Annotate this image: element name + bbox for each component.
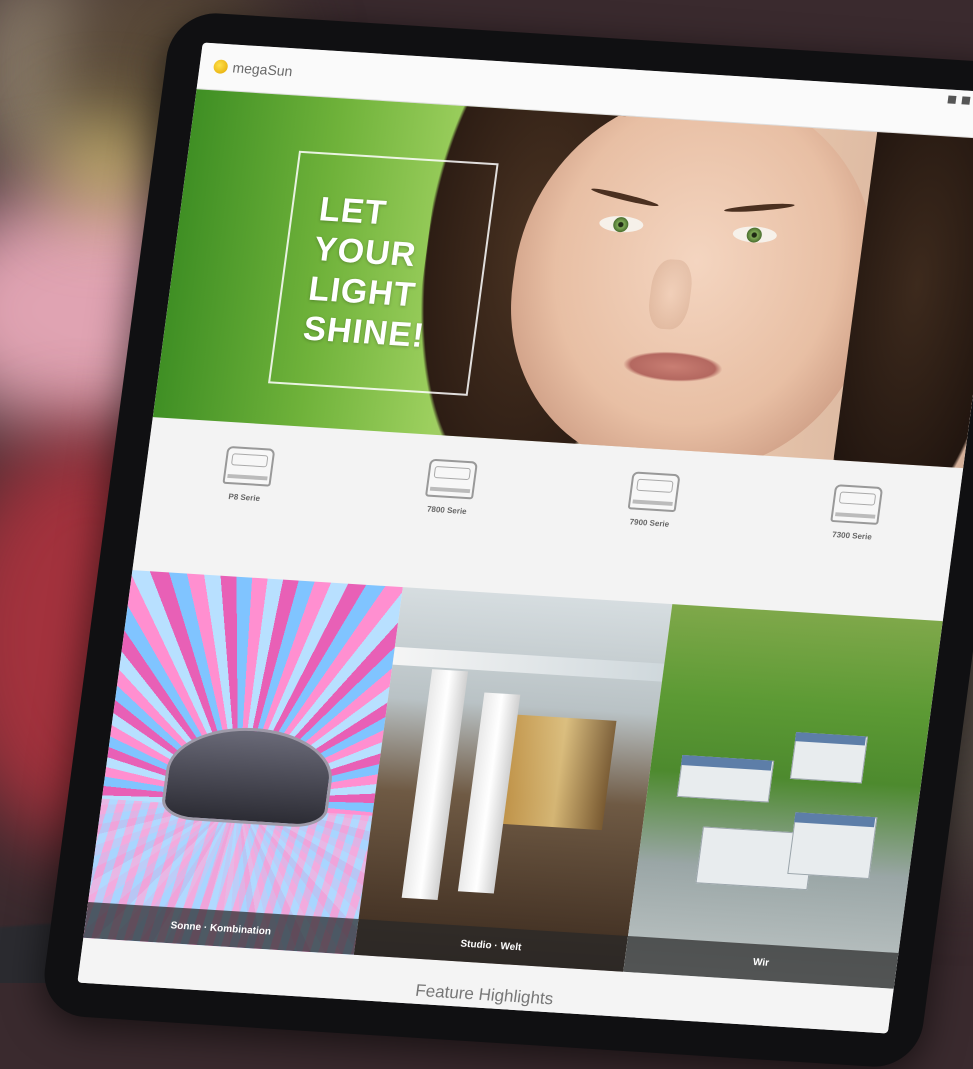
series-name: 7900 Serie [629,517,670,529]
gallery-tile-tanning[interactable]: Sonne · Kombination [83,570,403,955]
series-name: P8 Serie [227,492,261,503]
series-card[interactable]: 7800 Serie [376,456,523,519]
tanning-bed-icon [829,484,883,525]
gallery-tile-company[interactable]: Wir [623,604,943,989]
tanning-bed-icon [627,471,681,513]
hero-tagline-frame: LET YOUR LIGHT SHINE! [268,150,499,396]
tanning-bed-icon [424,458,478,500]
gallery-tile-studio[interactable]: Studio · Welt [353,587,673,972]
sun-logo-icon [212,59,229,75]
tanning-bed-icon [221,445,275,487]
social-links [947,95,973,106]
series-name: 7300 Serie [831,530,873,542]
series-card[interactable]: P8 Serie [174,443,321,506]
youtube-icon[interactable] [947,95,957,104]
series-card[interactable]: 7300 Serie [782,481,929,544]
hero-banner: LET YOUR LIGHT SHINE! [152,89,973,469]
tanning-bed-photo [159,722,339,829]
image-gallery: Sonne · Kombination Studio · Welt Wir [83,570,943,989]
series-card[interactable]: 7900 Serie [579,468,726,531]
heading-underline [472,1010,492,1014]
tablet-device: megaSun ⚲ [38,10,973,1069]
series-name: 7800 Serie [426,504,468,516]
site-logo[interactable]: megaSun [212,58,294,80]
logo-text: megaSun [231,59,294,80]
tablet-screen: megaSun ⚲ [77,42,973,1034]
facebook-icon[interactable] [961,96,971,105]
main-navigation [442,81,586,90]
